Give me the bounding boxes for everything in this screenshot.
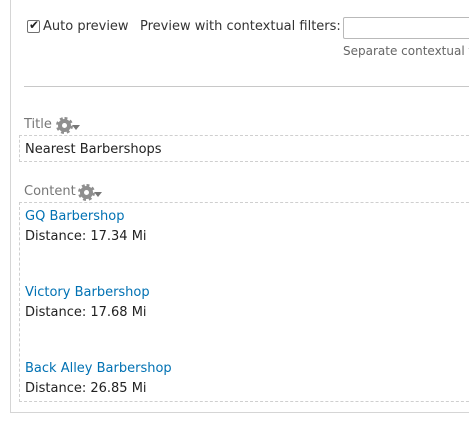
view-title: Nearest Barbershops [25, 142, 162, 157]
content-chevron-down-icon[interactable] [94, 192, 102, 197]
check-mark-icon: ✔ [29, 18, 40, 32]
title-gear-icon[interactable] [56, 117, 73, 134]
result-distance: Distance: 17.34 Mi [25, 229, 147, 244]
result-link-gq-barbershop[interactable]: GQ Barbershop [25, 209, 124, 224]
auto-preview-label[interactable]: Auto preview [43, 19, 129, 34]
contextual-filters-input[interactable] [343, 17, 469, 39]
title-section-label: Title [24, 117, 52, 132]
content-gear-icon[interactable] [78, 184, 95, 201]
contextual-filters-label: Preview with contextual filters: [140, 19, 341, 34]
content-section-label: Content [24, 184, 76, 199]
section-divider [24, 86, 469, 87]
auto-preview-checkbox[interactable]: ✔ [27, 18, 40, 33]
result-distance: Distance: 17.68 Mi [25, 305, 147, 320]
result-link-back-alley-barbershop[interactable]: Back Alley Barbershop [25, 361, 172, 376]
result-distance: Distance: 26.85 Mi [25, 381, 147, 396]
title-chevron-down-icon[interactable] [72, 125, 80, 130]
result-link-victory-barbershop[interactable]: Victory Barbershop [25, 285, 150, 300]
contextual-filters-help: Separate contextual fi [343, 44, 469, 58]
